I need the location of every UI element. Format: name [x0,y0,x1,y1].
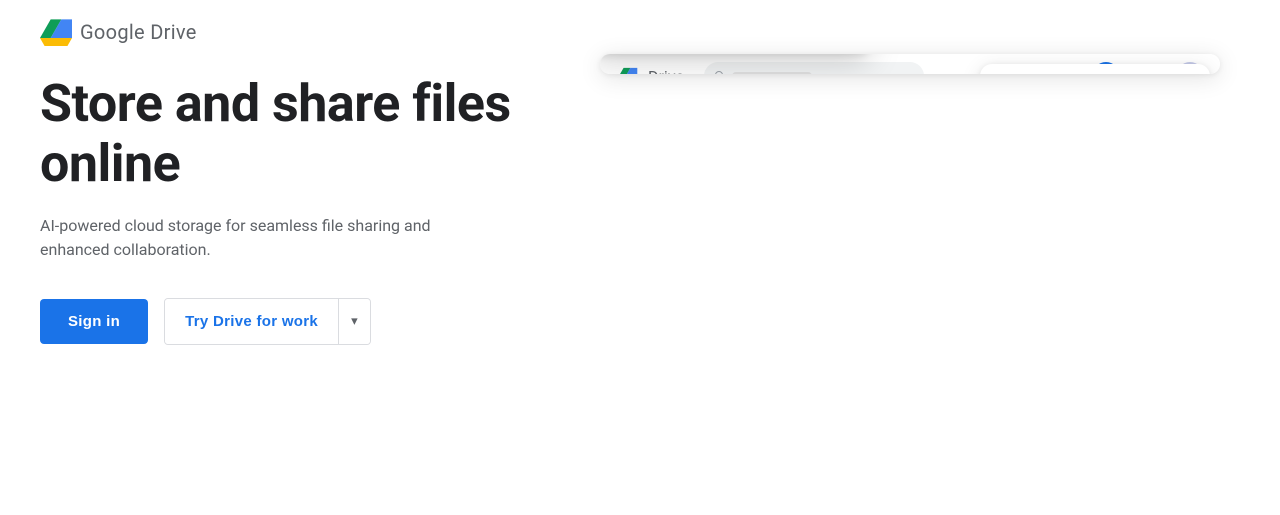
headline: Store and share files online [40,74,580,194]
subheadline: AI-powered cloud storage for seamless fi… [40,214,480,262]
drive-logo-icon [40,18,72,46]
drive-mockup: Drive ⚙ [580,34,1240,84]
try-drive-dropdown-button[interactable]: ▾ [338,299,370,344]
try-drive-button[interactable]: Try Drive for work [165,299,338,344]
logo-area: Google Drive [40,18,197,46]
drive-logo-small-icon [616,67,638,74]
gemini-panel: Hello, James How can I help you today? 🔍… [980,64,1210,74]
drive-label: Drive [648,67,684,75]
cta-row: Sign in Try Drive for work ▾ [40,298,580,345]
search-icon [714,70,726,74]
search-bar-line [732,72,812,74]
left-content: Store and share files online AI-powered … [40,64,580,345]
drive-search-bar[interactable] [704,62,924,74]
hero-section: Store and share files online AI-powered … [0,64,1280,515]
drive-window: Drive ⚙ [600,54,1220,74]
try-drive-wrapper: Try Drive for work ▾ [164,298,370,345]
logo-text: Google Drive [80,20,197,44]
sign-in-button[interactable]: Sign in [40,299,148,344]
